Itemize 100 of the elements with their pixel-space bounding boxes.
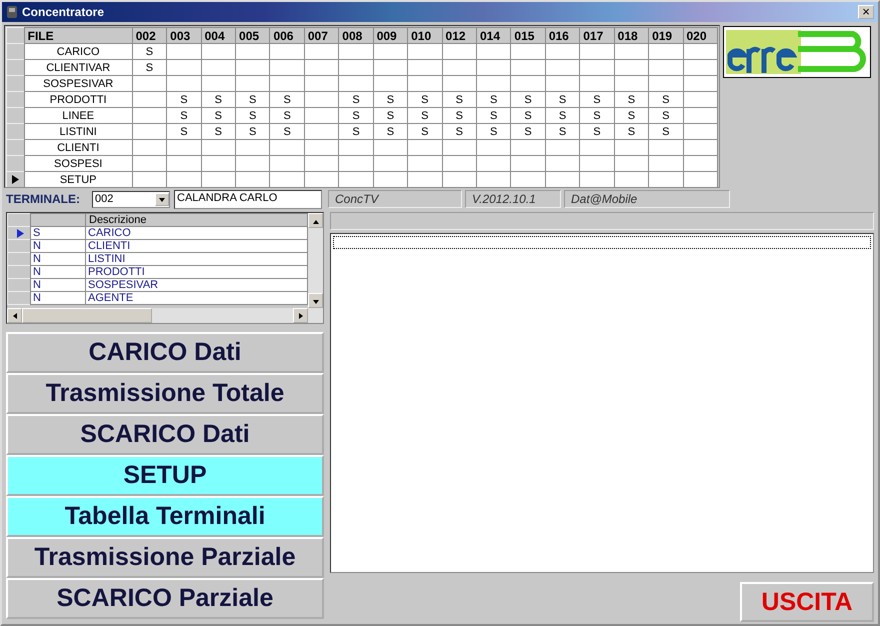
column-header: 019	[648, 28, 683, 44]
terminal-name-field[interactable]: CALANDRA CARLO	[174, 190, 322, 208]
table-cell: SETUP	[24, 172, 132, 187]
table-cell: S	[201, 92, 236, 108]
app-icon	[6, 5, 18, 19]
table-cell: CLIENTI	[24, 140, 132, 156]
action-button[interactable]: Tabella Terminali	[6, 496, 324, 537]
table-cell: S	[236, 124, 270, 140]
column-header: 003	[166, 28, 202, 44]
table-cell: PRODOTTI	[24, 92, 132, 108]
table-cell: S	[270, 124, 304, 140]
table-cell: N	[30, 240, 86, 252]
action-button[interactable]: CARICO Dati	[6, 332, 324, 373]
table-cell: CLIENTI	[86, 240, 308, 252]
table-cell: S	[201, 124, 236, 140]
row-pointer-icon	[16, 228, 24, 238]
table-cell: N	[30, 252, 86, 266]
table-cell: S	[132, 60, 167, 76]
table-cell: S	[270, 92, 304, 108]
table-cell: LINEE	[24, 108, 132, 124]
column-header: 005	[236, 28, 270, 44]
column-header: 014	[476, 28, 511, 44]
table-cell: S	[614, 124, 649, 140]
triangle-icon	[158, 195, 166, 203]
table-cell: S	[338, 92, 374, 108]
column-header: 012	[442, 28, 476, 44]
table-cell: S	[580, 92, 614, 108]
column-header: 009	[373, 28, 408, 44]
column-header: 016	[545, 28, 580, 44]
table-cell: S	[408, 124, 442, 140]
horizontal-scrollbar[interactable]	[7, 308, 323, 323]
table-cell: AGENTE	[86, 292, 308, 304]
action-button[interactable]: Trasmissione Parziale	[6, 537, 324, 578]
table-cell: S	[338, 124, 374, 140]
column-header: Descrizione	[86, 214, 308, 226]
column-header: 010	[408, 28, 442, 44]
column-header: 020	[683, 28, 718, 44]
table-cell: LISTINI	[86, 252, 308, 266]
column-header: 008	[338, 28, 374, 44]
table-cell: S	[510, 108, 546, 124]
table-cell: S	[30, 226, 86, 240]
column-header: 002	[132, 28, 167, 44]
column-header: 006	[270, 28, 304, 44]
table-cell: N	[30, 292, 86, 304]
terminal-label: TERMINALE:	[6, 192, 81, 206]
table-cell: S	[201, 108, 236, 124]
column-header: 018	[614, 28, 649, 44]
table-cell: S	[510, 92, 546, 108]
status-panel: V.2012.10.1	[465, 190, 561, 208]
table-cell: S	[338, 108, 374, 124]
table-cell: N	[30, 278, 86, 292]
table-cell: SOSPESIVAR	[86, 278, 308, 292]
grid-corner	[6, 28, 24, 44]
table-cell: S	[545, 108, 580, 124]
column-header: 015	[510, 28, 546, 44]
table-cell: S	[510, 124, 546, 140]
table-cell: S	[442, 92, 476, 108]
table-cell: PRODOTTI	[86, 266, 308, 278]
action-button[interactable]: SETUP	[6, 455, 324, 496]
table-cell: S	[476, 108, 511, 124]
action-button[interactable]: SCARICO Parziale	[6, 578, 324, 619]
table-cell: S	[166, 108, 202, 124]
window-title: Concentratore	[22, 5, 106, 19]
table-cell: S	[476, 92, 511, 108]
status-panel: Dat@Mobile	[564, 190, 730, 208]
table-cell: S	[476, 124, 511, 140]
row-pointer-icon	[12, 175, 19, 184]
table-cell: SOSPESIVAR	[24, 76, 132, 92]
table-cell: S	[408, 108, 442, 124]
terminal-dropdown[interactable]: 002	[92, 190, 170, 208]
table-cell: SOSPESI	[24, 156, 132, 172]
column-header: 004	[201, 28, 236, 44]
table-cell: S	[648, 108, 683, 124]
close-button[interactable]: ×	[858, 5, 874, 19]
table-cell: S	[236, 92, 270, 108]
action-button[interactable]: SCARICO Dati	[6, 414, 324, 455]
table-cell: S	[373, 124, 408, 140]
table-cell: S	[614, 108, 649, 124]
table-cell: S	[373, 108, 408, 124]
table-cell: S	[270, 108, 304, 124]
status-panel: ConcTV	[328, 190, 462, 208]
table-cell: CLIENTIVAR	[24, 60, 132, 76]
row-selector[interactable]	[6, 172, 24, 187]
table-cell: N	[30, 266, 86, 278]
table-cell: S	[408, 92, 442, 108]
table-cell: S	[648, 92, 683, 108]
column-header: 007	[304, 28, 339, 44]
table-cell: LISTINI	[24, 124, 132, 140]
table-cell: S	[166, 124, 202, 140]
table-cell: S	[442, 108, 476, 124]
table-cell: S	[166, 92, 202, 108]
table-cell: S	[236, 108, 270, 124]
vertical-scrollbar[interactable]	[308, 213, 323, 308]
table-cell: S	[648, 124, 683, 140]
action-button[interactable]: Trasmissione Totale	[6, 373, 324, 414]
column-header: FILE	[24, 28, 132, 44]
row-selector[interactable]	[8, 226, 30, 240]
table-cell: S	[373, 92, 408, 108]
triangle-icon	[10, 312, 18, 320]
table-cell: S	[580, 124, 614, 140]
